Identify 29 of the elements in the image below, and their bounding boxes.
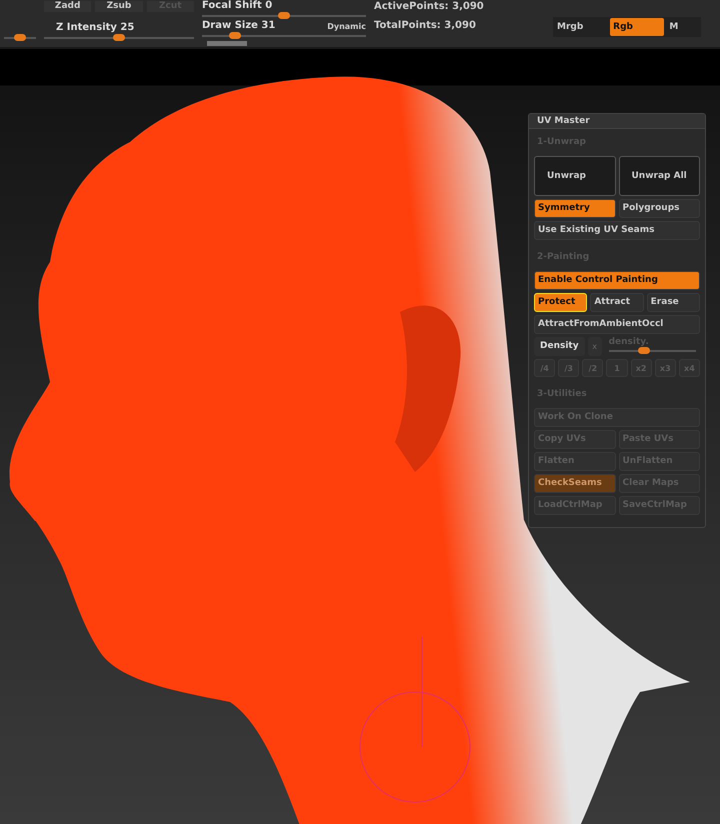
scrollbar-thumb[interactable] <box>207 41 247 46</box>
panel-button[interactable]: Attract <box>590 293 644 312</box>
panel-button[interactable]: Unwrap <box>534 156 616 196</box>
panel-title: UV Master <box>529 114 705 129</box>
slider-label: Focal Shift 0 <box>202 0 272 12</box>
panel-button[interactable]: Polygroups <box>618 199 700 218</box>
panel-button[interactable]: Erase <box>646 293 700 312</box>
tool-button[interactable]: Zsub <box>95 0 143 12</box>
slider-label: Draw Size 31 <box>202 20 276 32</box>
slider-thumb[interactable] <box>228 32 241 39</box>
slider-thumb[interactable] <box>14 34 26 41</box>
dynamic-label[interactable]: Dynamic <box>327 22 366 30</box>
slider-thumb[interactable] <box>638 347 650 354</box>
active-points-stat: ActivePoints: 3,090 <box>374 1 485 12</box>
panel-button[interactable]: Protect <box>534 293 588 312</box>
color-mode-button[interactable]: Rgb <box>610 18 664 36</box>
panel-button[interactable]: Symmetry <box>534 199 616 218</box>
panel-button[interactable]: Unwrap All <box>618 156 700 196</box>
color-mode-button[interactable]: Mrgb <box>554 18 608 36</box>
color-mode-button[interactable]: M <box>666 18 700 36</box>
total-points-stat: TotalPoints: 3,090 <box>374 20 477 31</box>
density-button[interactable]: Density <box>534 337 585 356</box>
tool-button[interactable]: Zadd <box>44 0 92 12</box>
slider-thumb[interactable] <box>113 34 125 41</box>
slider-label: Z Intensity 25 <box>56 22 134 34</box>
panel-button[interactable]: Use Existing UV Seams <box>534 221 700 240</box>
panel-button[interactable]: AttractFromAmbientOccl <box>534 315 700 334</box>
slider-thumb[interactable] <box>278 12 290 19</box>
panel-button[interactable]: Enable Control Painting <box>534 271 700 290</box>
